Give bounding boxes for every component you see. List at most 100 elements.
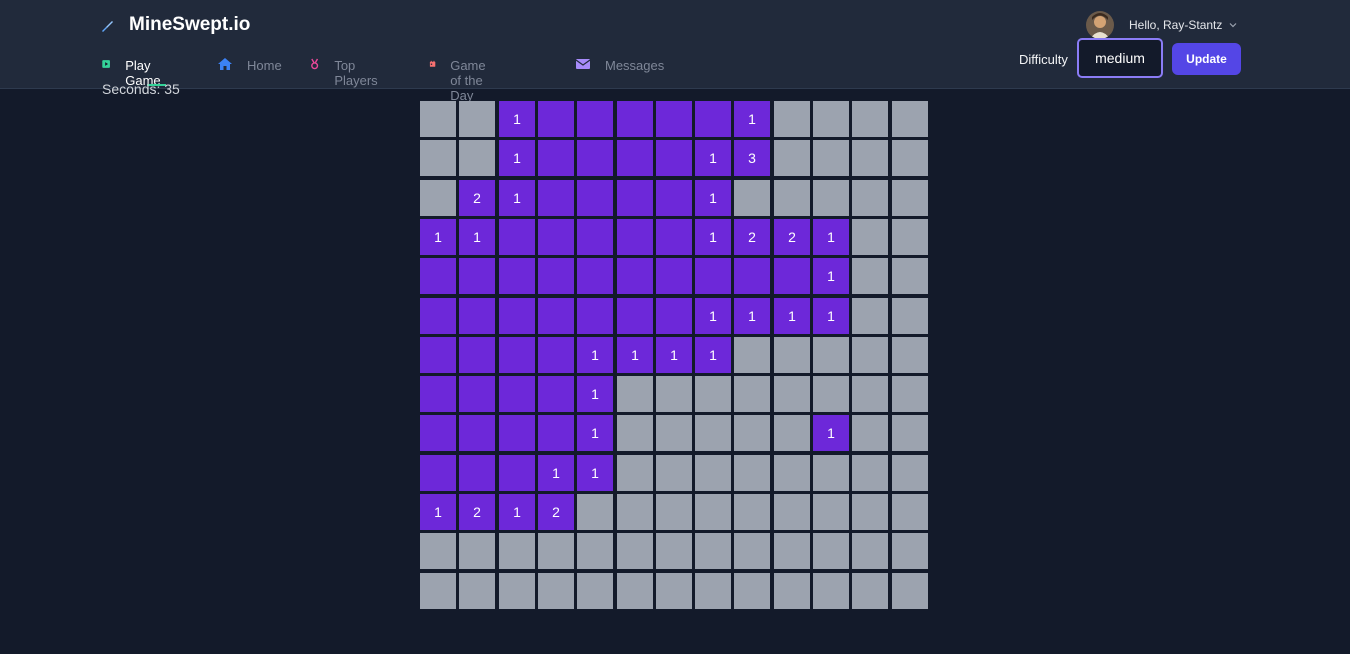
hidden-cell[interactable] [617,494,653,530]
revealed-cell[interactable] [656,219,692,255]
revealed-cell[interactable] [774,258,810,294]
hidden-cell[interactable] [577,494,613,530]
hidden-cell[interactable] [420,101,456,137]
hidden-cell[interactable] [852,298,888,334]
revealed-cell[interactable] [617,180,653,216]
hidden-cell[interactable] [459,533,495,569]
revealed-cell[interactable] [695,101,731,137]
hidden-cell[interactable] [813,494,849,530]
revealed-cell[interactable] [420,337,456,373]
hidden-cell[interactable] [852,337,888,373]
revealed-cell[interactable]: 2 [734,219,770,255]
revealed-cell[interactable] [499,219,535,255]
hidden-cell[interactable] [774,573,810,609]
revealed-cell[interactable] [577,258,613,294]
hidden-cell[interactable] [852,258,888,294]
hidden-cell[interactable] [774,376,810,412]
hidden-cell[interactable] [656,376,692,412]
revealed-cell[interactable] [577,298,613,334]
hidden-cell[interactable] [734,494,770,530]
hidden-cell[interactable] [656,494,692,530]
hidden-cell[interactable] [420,140,456,176]
revealed-cell[interactable] [656,258,692,294]
hidden-cell[interactable] [695,573,731,609]
revealed-cell[interactable]: 1 [734,298,770,334]
hidden-cell[interactable] [617,455,653,491]
nav-home[interactable]: Home [217,54,282,86]
revealed-cell[interactable]: 1 [813,298,849,334]
hidden-cell[interactable] [813,140,849,176]
revealed-cell[interactable] [499,376,535,412]
revealed-cell[interactable] [459,298,495,334]
hidden-cell[interactable] [892,258,928,294]
hidden-cell[interactable] [813,533,849,569]
revealed-cell[interactable] [656,140,692,176]
hidden-cell[interactable] [695,455,731,491]
hidden-cell[interactable] [813,455,849,491]
revealed-cell[interactable] [420,258,456,294]
revealed-cell[interactable]: 2 [538,494,574,530]
revealed-cell[interactable] [459,258,495,294]
revealed-cell[interactable] [420,415,456,451]
hidden-cell[interactable] [892,337,928,373]
revealed-cell[interactable] [538,337,574,373]
revealed-cell[interactable] [577,140,613,176]
hidden-cell[interactable] [892,219,928,255]
hidden-cell[interactable] [852,573,888,609]
revealed-cell[interactable]: 1 [617,337,653,373]
hidden-cell[interactable] [538,573,574,609]
hidden-cell[interactable] [852,180,888,216]
hidden-cell[interactable] [813,101,849,137]
hidden-cell[interactable] [892,180,928,216]
revealed-cell[interactable] [617,219,653,255]
revealed-cell[interactable] [459,337,495,373]
revealed-cell[interactable]: 2 [774,219,810,255]
revealed-cell[interactable] [459,376,495,412]
revealed-cell[interactable] [499,415,535,451]
hidden-cell[interactable] [420,180,456,216]
hidden-cell[interactable] [813,180,849,216]
hidden-cell[interactable] [499,533,535,569]
app-logo[interactable]: MineSwept.io [129,14,250,36]
revealed-cell[interactable]: 1 [734,101,770,137]
nav-top-players[interactable]: Top Players [309,54,382,88]
revealed-cell[interactable]: 1 [695,180,731,216]
revealed-cell[interactable]: 1 [499,140,535,176]
hidden-cell[interactable] [617,415,653,451]
hidden-cell[interactable] [695,494,731,530]
revealed-cell[interactable] [499,258,535,294]
revealed-cell[interactable] [656,180,692,216]
revealed-cell[interactable]: 1 [420,219,456,255]
revealed-cell[interactable] [499,337,535,373]
hidden-cell[interactable] [695,415,731,451]
revealed-cell[interactable] [577,219,613,255]
hidden-cell[interactable] [734,376,770,412]
hidden-cell[interactable] [892,533,928,569]
revealed-cell[interactable] [617,140,653,176]
revealed-cell[interactable]: 1 [538,455,574,491]
revealed-cell[interactable]: 1 [459,219,495,255]
revealed-cell[interactable] [538,219,574,255]
revealed-cell[interactable] [538,376,574,412]
hidden-cell[interactable] [892,140,928,176]
revealed-cell[interactable]: 1 [813,415,849,451]
hidden-cell[interactable] [577,533,613,569]
revealed-cell[interactable] [577,180,613,216]
nav-messages[interactable]: Messages [575,54,664,86]
revealed-cell[interactable]: 1 [695,337,731,373]
revealed-cell[interactable]: 1 [695,140,731,176]
revealed-cell[interactable] [695,258,731,294]
hidden-cell[interactable] [852,376,888,412]
hidden-cell[interactable] [892,455,928,491]
revealed-cell[interactable] [499,298,535,334]
hidden-cell[interactable] [656,533,692,569]
revealed-cell[interactable] [617,298,653,334]
hidden-cell[interactable] [459,140,495,176]
hidden-cell[interactable] [734,573,770,609]
hidden-cell[interactable] [459,573,495,609]
revealed-cell[interactable]: 1 [656,337,692,373]
hidden-cell[interactable] [734,337,770,373]
revealed-cell[interactable] [538,415,574,451]
revealed-cell[interactable]: 1 [695,219,731,255]
hidden-cell[interactable] [695,533,731,569]
